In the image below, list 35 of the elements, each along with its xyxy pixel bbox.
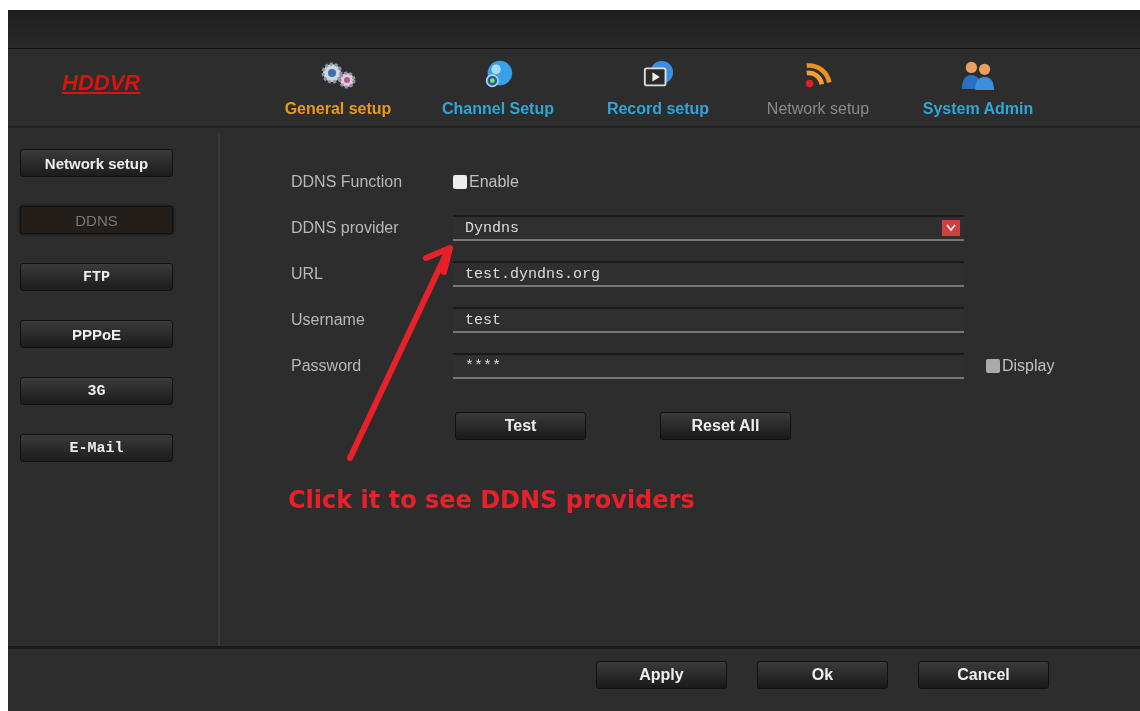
- field-label: DDNS Function: [291, 173, 404, 191]
- input-field[interactable]: ****: [453, 353, 964, 379]
- field-label: DDNS provider: [291, 219, 400, 237]
- sidebar-item[interactable]: FTP: [20, 263, 173, 291]
- dropdown[interactable]: Dyndns: [453, 215, 964, 241]
- field-label: Username: [291, 311, 366, 329]
- checkbox[interactable]: [453, 175, 467, 189]
- field-label: Password: [291, 357, 363, 375]
- sidebar-item[interactable]: E-Mail: [20, 434, 173, 462]
- film-icon: [643, 60, 674, 87]
- tab[interactable]: Channel Setup: [436, 94, 560, 124]
- tab[interactable]: General setup: [278, 94, 398, 124]
- wifi-icon: [805, 63, 832, 88]
- field-label: URL: [291, 265, 324, 283]
- sidebar-item[interactable]: PPPoE: [20, 320, 173, 348]
- footer-button[interactable]: Ok: [757, 661, 888, 689]
- annotation-text: Click it to see DDNS providers: [288, 486, 695, 514]
- gears-icon: [321, 62, 356, 89]
- logo: HDDVR: [62, 70, 142, 96]
- checkbox-label: Enable: [469, 173, 519, 191]
- checkbox[interactable]: [986, 359, 1000, 373]
- users-icon: [962, 61, 994, 91]
- sidebar-item[interactable]: 3G: [20, 377, 173, 405]
- checkbox-label: Display: [1002, 357, 1055, 375]
- sidebar-item[interactable]: Network setup: [20, 149, 173, 177]
- tab[interactable]: System Admin: [916, 94, 1040, 124]
- action-button[interactable]: Test: [455, 412, 586, 440]
- action-button[interactable]: Reset All: [660, 412, 791, 440]
- input-field[interactable]: test: [453, 307, 964, 333]
- footer-button[interactable]: Apply: [596, 661, 727, 689]
- tab[interactable]: Record setup: [600, 94, 716, 124]
- globe-icon: [485, 60, 513, 88]
- footer-button[interactable]: Cancel: [918, 661, 1049, 689]
- input-field[interactable]: test.dyndns.org: [453, 261, 964, 287]
- sidebar-item[interactable]: DDNS: [20, 206, 173, 234]
